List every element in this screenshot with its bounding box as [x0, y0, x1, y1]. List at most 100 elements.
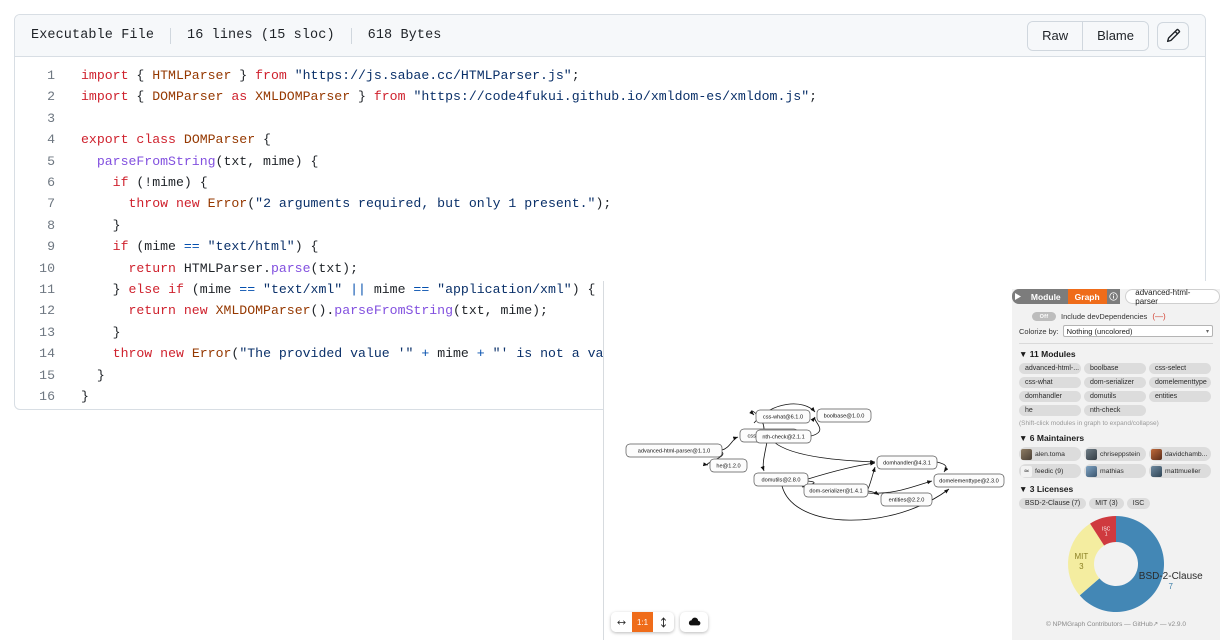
code-line: 8 } [15, 215, 1205, 236]
module-pill[interactable]: css-select [1149, 363, 1211, 374]
zoom-reset-button[interactable]: 1:1 [632, 612, 653, 632]
maintainers-section-title[interactable]: ▼ 6 Maintainers [1019, 433, 1213, 443]
code-token: return [128, 303, 176, 319]
graph-node[interactable]: domutils@2.8.0 [753, 472, 809, 487]
donut-value: 1 [1105, 531, 1108, 537]
graph-node-label: dom-serializer@1.4.1 [809, 489, 862, 495]
colorize-select-value: Nothing (uncolored) [1066, 326, 1133, 336]
module-pill[interactable]: css-what [1019, 377, 1081, 388]
maintainer-chip[interactable]: alen.toma [1019, 447, 1081, 461]
line-number: 13 [39, 324, 55, 340]
code-token: import [81, 68, 129, 83]
line-code: parseFromString(txt, mime) { [71, 151, 319, 172]
graph-node[interactable]: boolbase@1.0.0 [816, 408, 872, 423]
graph-nodes[interactable]: advanced-html-parser@1.1.0css-select@4.3… [625, 408, 1005, 507]
graph-node[interactable]: he@1.2.0 [709, 458, 748, 473]
fit-horizontal-button[interactable] [611, 612, 632, 632]
chevron-down-icon: ▾ [1205, 328, 1209, 335]
maintainer-chip[interactable]: ≃ feedic (9) [1019, 464, 1081, 478]
code-token: DOMParser [152, 89, 224, 105]
avatar [1086, 465, 1097, 477]
code-token: if [112, 175, 129, 191]
code-line: 1 import { HTMLParser } from "https://js.… [15, 65, 1205, 86]
module-pill[interactable]: boolbase [1084, 363, 1146, 374]
tab-module[interactable]: Module [1024, 289, 1068, 304]
code-token: mime [429, 346, 477, 362]
code-token: (txt, mime); [453, 303, 548, 319]
licenses-section-title[interactable]: ▼ 3 Licenses [1019, 484, 1213, 494]
screen: Executable File 16 lines (15 sloc) 618 B… [0, 0, 1220, 640]
file-header: Executable File 16 lines (15 sloc) 618 B… [15, 15, 1205, 57]
module-pill[interactable]: entities [1149, 391, 1211, 402]
fit-vertical-button[interactable] [653, 612, 674, 632]
code-token: "text/html" [207, 239, 295, 255]
graph-node[interactable]: entities@2.2.0 [880, 492, 933, 507]
maintainer-chip[interactable]: mathias [1084, 464, 1146, 478]
modules-pill-grid: advanced-html-... boolbase css-select css-w… [1019, 363, 1213, 416]
maintainer-name: feedic (9) [1035, 467, 1064, 475]
graph-node[interactable]: advanced-html-parser@1.1.0 [625, 443, 723, 458]
maintainers-grid: alen.toma chriseppstein davidchamb... ≃ feed… [1019, 447, 1213, 478]
colorize-select[interactable]: Nothing (uncolored) ▾ [1062, 325, 1213, 337]
blame-button[interactable]: Blame [1082, 21, 1148, 50]
inspector-tabbar: Module Graph advanced-html-parser [1012, 289, 1220, 306]
module-pill[interactable]: domelementtype [1149, 377, 1211, 388]
modules-section-title[interactable]: ▼ 11 Modules [1019, 349, 1213, 359]
graph-node-label: domutils@2.8.0 [762, 478, 801, 484]
graph-node[interactable]: domhandler@4.3.1 [876, 455, 938, 470]
dev-dependencies-row: Off Include devDependencies (—) [1032, 312, 1213, 321]
collapse-panel-button[interactable] [1012, 289, 1024, 304]
graph-node-label: he@1.2.0 [716, 464, 740, 470]
raw-button[interactable]: Raw [1028, 21, 1083, 50]
module-pill[interactable]: advanced-html-... [1019, 363, 1081, 374]
license-pill[interactable]: BSD-2-Clause (7) [1019, 498, 1087, 509]
file-size-label: 618 Bytes [367, 28, 442, 43]
graph-node[interactable]: dom-serializer@1.4.1 [803, 483, 869, 498]
line-number: 7 [47, 196, 55, 212]
donut-label: MIT [1074, 552, 1088, 561]
tab-graph[interactable]: Graph [1067, 289, 1107, 304]
code-token: parse [270, 260, 311, 276]
line-code: export class DOMParser { [71, 129, 271, 150]
dev-dependencies-link[interactable]: (—) [1152, 312, 1165, 321]
line-number: 1 [47, 68, 55, 83]
inspector-body: Off Include devDependencies (—) Colorize… [1012, 304, 1220, 628]
dev-dependencies-label: Include devDependencies [1061, 312, 1148, 321]
line-code: import { DOMParser as XMLDOMParser } fro… [71, 86, 817, 107]
maintainer-name: davidchamb... [1165, 450, 1208, 458]
license-pill[interactable]: MIT (3) [1089, 498, 1124, 509]
maintainer-chip[interactable]: mattmueller [1149, 464, 1211, 478]
donut-value: 7 [1169, 582, 1174, 591]
license-pill[interactable]: ISC [1126, 498, 1151, 509]
code-token: "The provided value '" [239, 346, 414, 362]
code-token: == [413, 282, 430, 298]
avatar [1021, 448, 1032, 460]
package-name-pill[interactable]: advanced-html-parser [1125, 289, 1220, 306]
module-pill[interactable]: domhandler [1019, 391, 1081, 402]
maintainer-chip[interactable]: chriseppstein [1084, 447, 1146, 461]
module-pill[interactable]: dom-serializer [1084, 377, 1146, 388]
graph-node[interactable]: css-what@6.1.0 [755, 409, 811, 424]
maintainer-chip[interactable]: davidchamb... [1149, 447, 1211, 461]
info-button[interactable] [1107, 289, 1121, 304]
edit-file-button[interactable] [1157, 21, 1189, 50]
module-pill[interactable]: nth-check [1084, 405, 1146, 416]
graph-node[interactable]: domelementtype@2.3.0 [933, 473, 1005, 488]
dev-dependencies-toggle[interactable]: Off [1032, 312, 1056, 321]
code-token: XMLDOMParser [255, 89, 351, 105]
download-graph-button[interactable] [680, 612, 708, 632]
code-token: Error [191, 346, 232, 362]
code-token: + [476, 346, 485, 362]
graph-node[interactable]: nth-check@2.1.1 [755, 429, 812, 444]
module-pill[interactable]: domutils [1084, 391, 1146, 402]
code-token: parseFromString [96, 153, 216, 169]
module-pill[interactable]: he [1019, 405, 1081, 416]
code-token: (txt, mime) { [215, 153, 319, 169]
